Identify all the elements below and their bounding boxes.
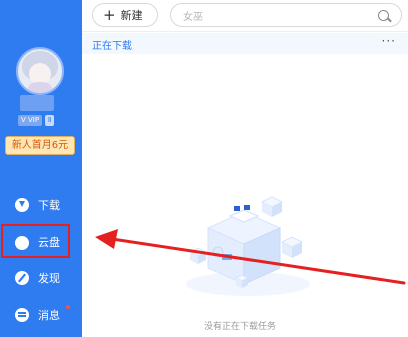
annotation-arrow — [95, 229, 406, 285]
